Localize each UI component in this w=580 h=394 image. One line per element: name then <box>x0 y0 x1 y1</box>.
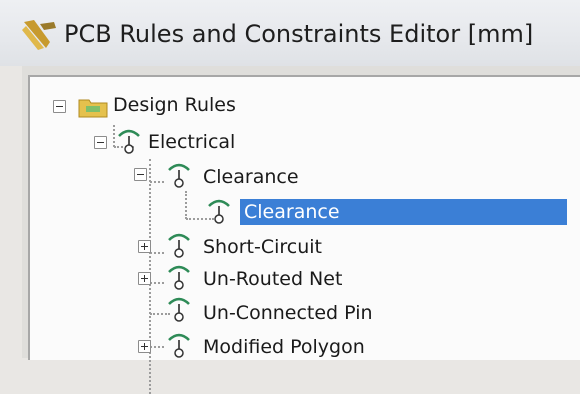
tree-item-label: Un-Connected Pin <box>203 302 373 324</box>
tree-item-label: Clearance <box>240 199 567 225</box>
tree-item-label: Short-Circuit <box>203 236 323 258</box>
tree-guide <box>150 252 164 254</box>
rules-tree[interactable]: Design Rules Electrical Clearance Cleara… <box>28 75 580 394</box>
expand-toggle[interactable] <box>138 340 151 353</box>
rule-icon <box>116 127 142 159</box>
collapse-toggle[interactable] <box>134 168 147 181</box>
rule-icon <box>166 263 192 295</box>
folder-icon <box>78 96 108 122</box>
title-bar: PCB Rules and Constraints Editor [mm] <box>0 0 580 66</box>
tree-guide <box>150 282 164 284</box>
rule-icon <box>166 161 192 193</box>
expand-toggle[interactable] <box>138 272 151 285</box>
rule-icon <box>166 231 192 263</box>
tree-item-label: Clearance <box>203 166 299 188</box>
tree-guide <box>150 346 164 348</box>
window-title: PCB Rules and Constraints Editor [mm] <box>64 20 534 48</box>
tree-item-label: Electrical <box>148 131 236 153</box>
tree-item-label: Modified Polygon <box>203 336 365 358</box>
tree-guide <box>113 125 115 147</box>
tree-item-label: Un-Routed Net <box>203 268 343 290</box>
tree-guide <box>150 181 164 183</box>
tree-guide <box>185 191 187 219</box>
pcb-editor-icon <box>20 18 60 52</box>
rule-icon <box>206 197 232 229</box>
collapse-toggle[interactable] <box>53 100 66 113</box>
tree-item-label: Design Rules <box>113 94 236 116</box>
rule-icon <box>166 331 192 363</box>
collapse-toggle[interactable] <box>94 136 107 149</box>
expand-toggle[interactable] <box>138 240 151 253</box>
rule-icon <box>166 295 192 327</box>
